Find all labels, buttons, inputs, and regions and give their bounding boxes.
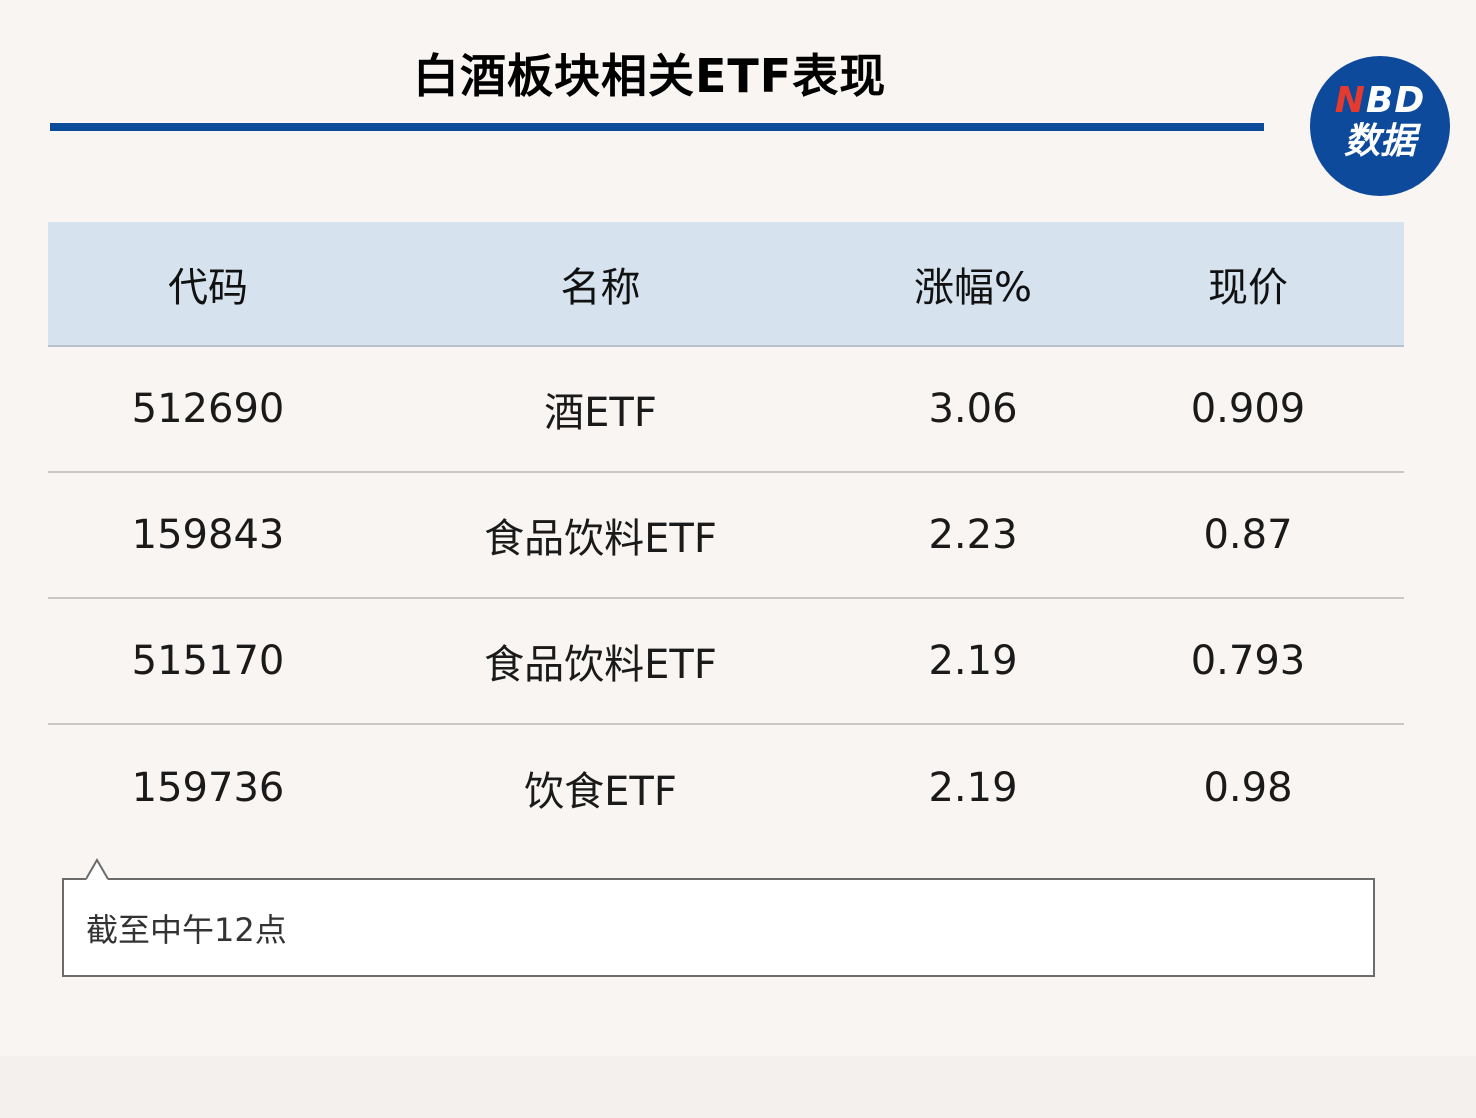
cell-price: 0.909 bbox=[1190, 386, 1306, 432]
etf-table: 代码 名称 涨幅% 现价 512690 酒ETF 3.06 0.909 1598… bbox=[48, 222, 1404, 851]
header-code: 代码 bbox=[168, 264, 248, 311]
page-title: 白酒板块相关ETF表现 bbox=[413, 49, 887, 103]
cell-price: 0.87 bbox=[1203, 512, 1293, 558]
pointer-triangle-icon bbox=[86, 858, 109, 880]
nbd-logo: NBD 数据 bbox=[1310, 56, 1450, 196]
logo-letters-bd: BD bbox=[1365, 80, 1426, 121]
cell-name: 食品饮料ETF bbox=[484, 642, 717, 688]
cell-change: 3.06 bbox=[928, 386, 1018, 432]
cell-price: 0.793 bbox=[1190, 638, 1306, 684]
table-row: 159843 食品饮料ETF 2.23 0.87 bbox=[48, 473, 1404, 599]
logo-letter-n: N bbox=[1334, 80, 1366, 121]
cell-change: 2.23 bbox=[928, 512, 1018, 558]
title-underline bbox=[50, 123, 1264, 131]
footnote-box: 截至中午12点 bbox=[62, 878, 1375, 977]
bottom-band bbox=[0, 1056, 1476, 1118]
table-row: 159736 饮食ETF 2.19 0.98 bbox=[48, 725, 1404, 851]
table-row: 512690 酒ETF 3.06 0.909 bbox=[48, 347, 1404, 473]
footnote-text: 截至中午12点 bbox=[86, 910, 287, 949]
header-price: 现价 bbox=[1208, 264, 1288, 311]
cell-change: 2.19 bbox=[928, 765, 1018, 811]
cell-code: 159736 bbox=[131, 765, 285, 811]
table-header: 代码 名称 涨幅% 现价 bbox=[48, 222, 1404, 347]
cell-change: 2.19 bbox=[928, 638, 1018, 684]
cell-code: 512690 bbox=[131, 386, 285, 432]
table-row: 515170 食品饮料ETF 2.19 0.793 bbox=[48, 599, 1404, 725]
header-name: 名称 bbox=[560, 264, 641, 311]
logo-subtitle: 数据 bbox=[1343, 121, 1416, 162]
header-change: 涨幅% bbox=[913, 264, 1032, 311]
logo-wordmark: NBD bbox=[1310, 82, 1450, 120]
cell-name: 食品饮料ETF bbox=[484, 516, 717, 562]
cell-name: 酒ETF bbox=[544, 390, 657, 436]
cell-code: 515170 bbox=[131, 638, 285, 684]
cell-name: 饮食ETF bbox=[524, 769, 677, 815]
cell-code: 159843 bbox=[131, 512, 285, 558]
cell-price: 0.98 bbox=[1203, 765, 1293, 811]
